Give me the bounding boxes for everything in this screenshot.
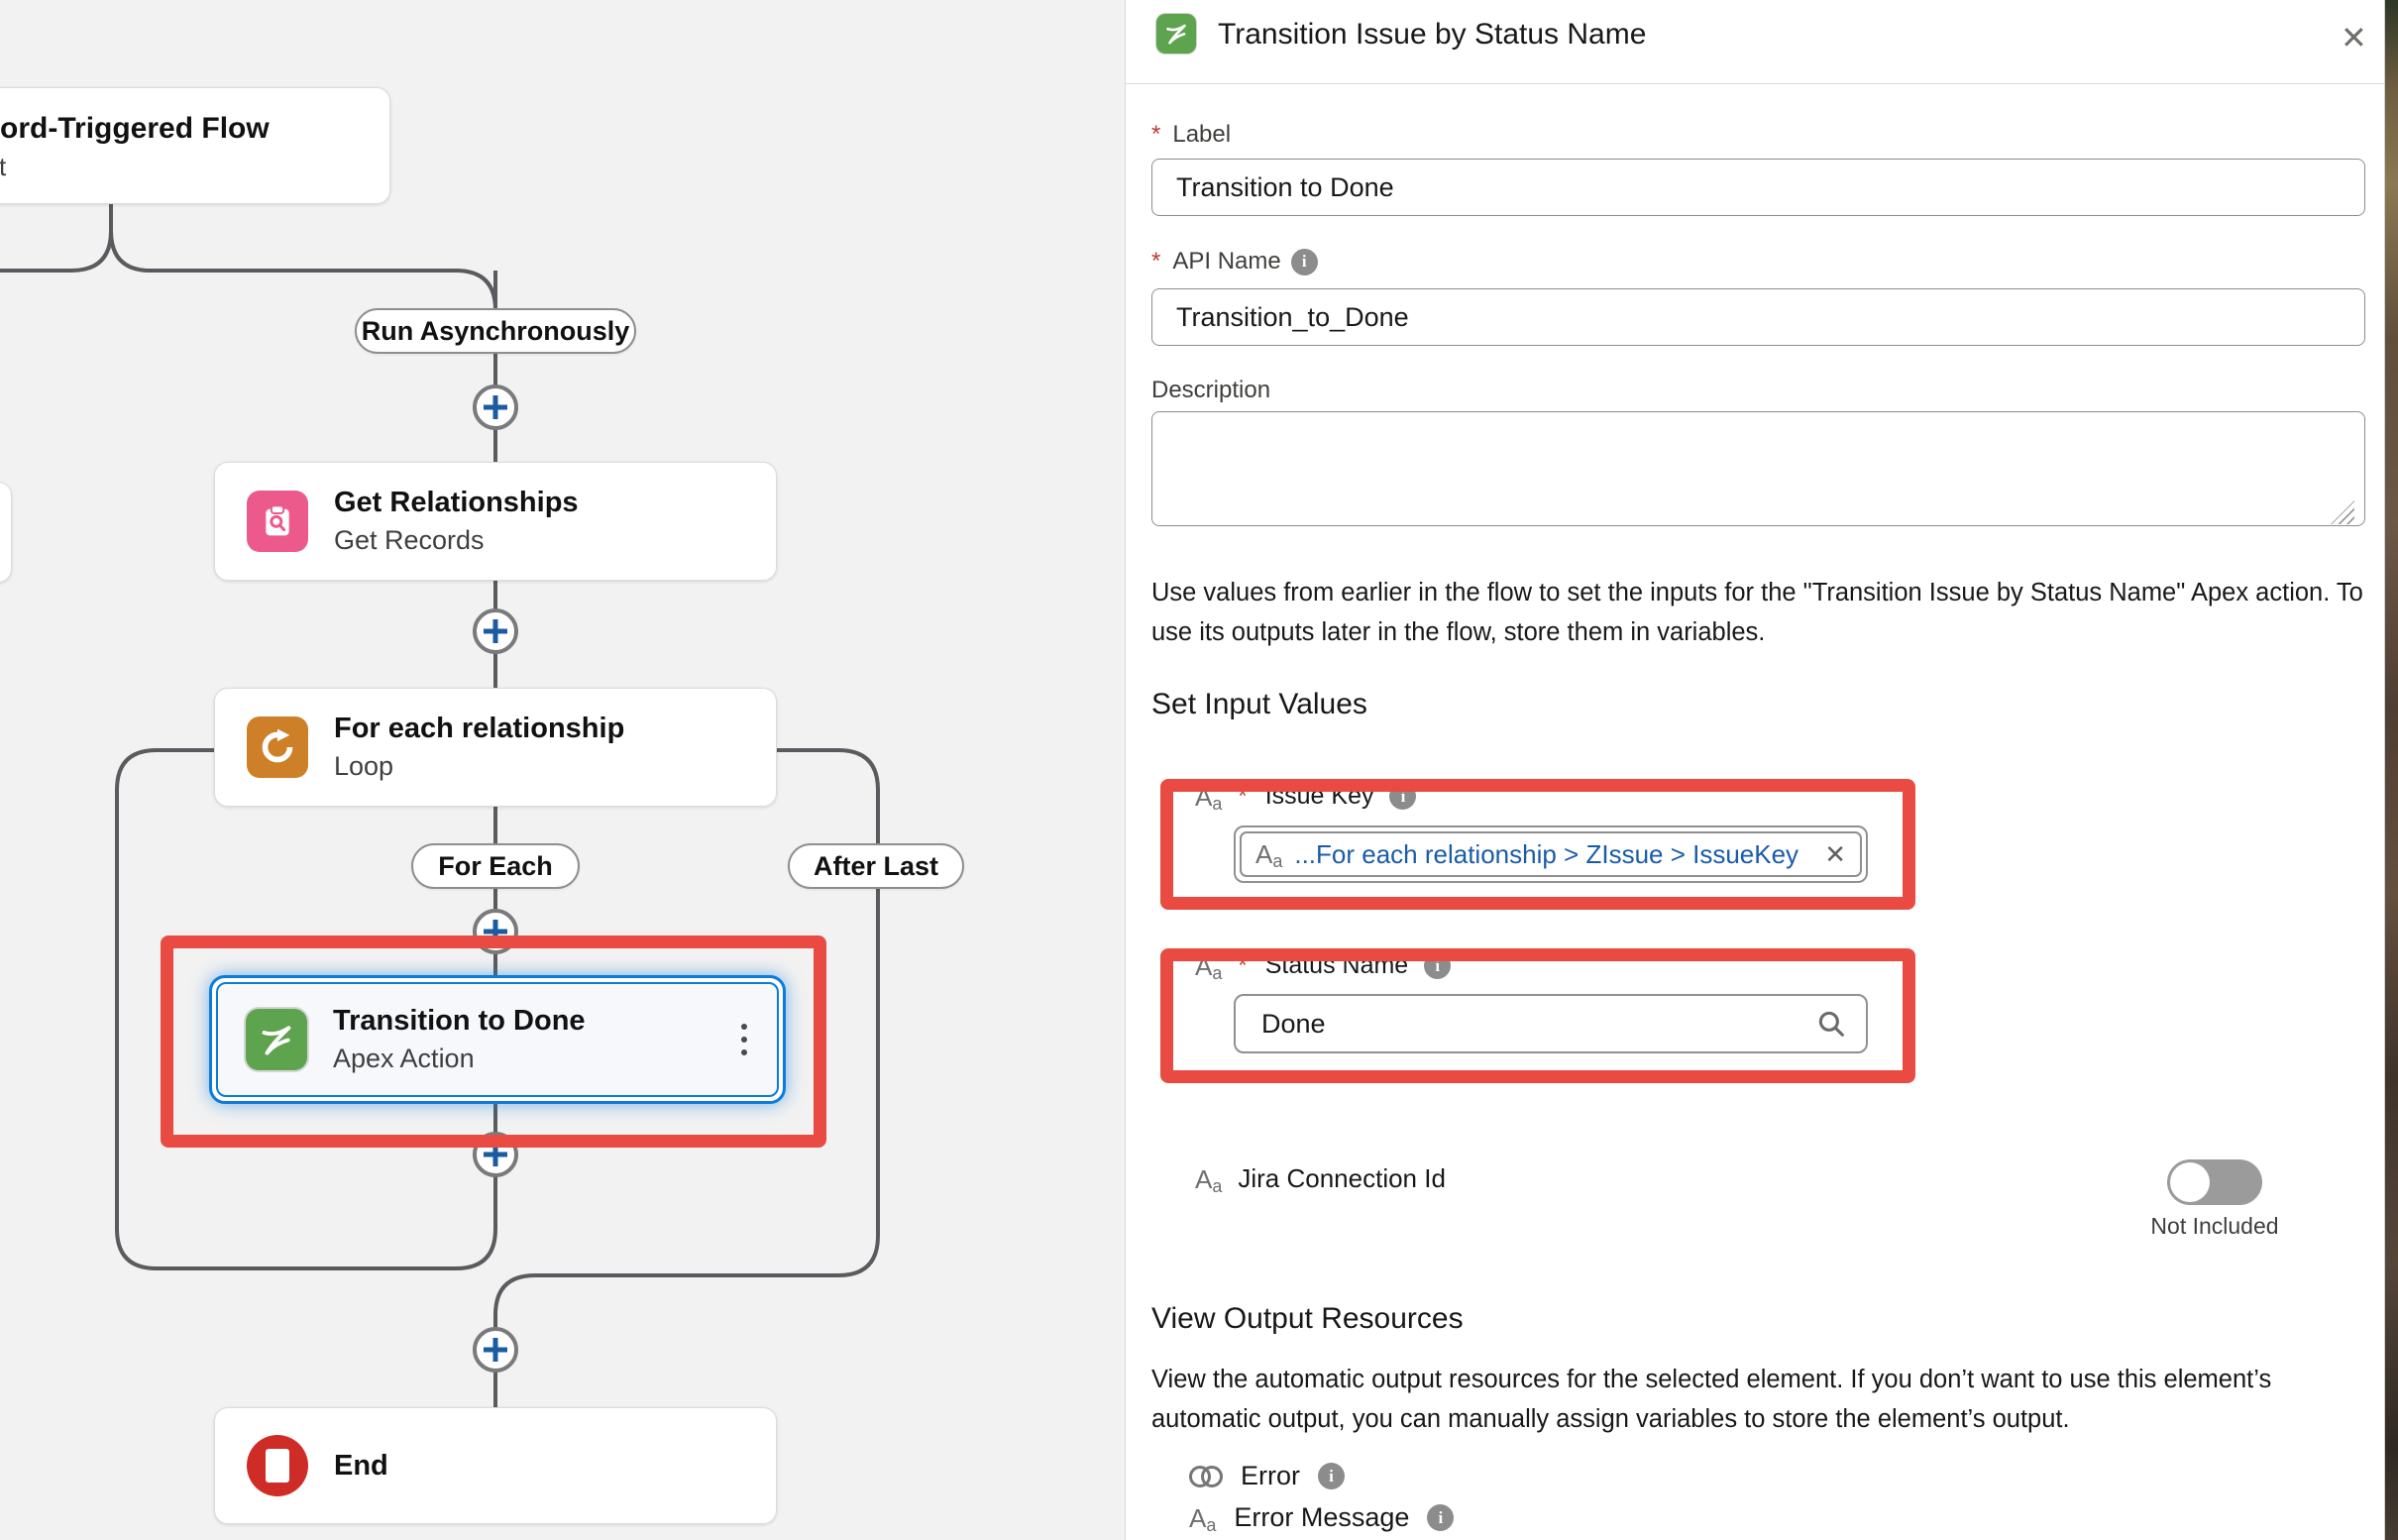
info-icon[interactable]: i: [1291, 249, 1318, 275]
trigger-card-subtitle-fragment: t: [0, 152, 9, 181]
add-element-button[interactable]: [473, 608, 518, 654]
info-icon[interactable]: i: [1427, 1504, 1454, 1531]
zephyr-panel-icon: [1156, 14, 1196, 54]
branch-label-after-last: After Last: [788, 843, 964, 889]
status-name-input[interactable]: Done: [1234, 994, 1868, 1053]
branch-label-text: For Each: [438, 851, 553, 882]
element-title: For each relationship: [334, 712, 624, 746]
set-input-values-heading: Set Input Values: [1151, 688, 1367, 721]
param-label: Issue Key: [1265, 782, 1374, 811]
apex-action-config-panel: Transition Issue by Status Name ✕ * Labe…: [1125, 0, 2385, 1540]
element-title: Transition to Done: [333, 1004, 586, 1039]
resource-label: Error: [1241, 1461, 1300, 1491]
search-icon[interactable]: [1814, 1007, 1848, 1041]
field-label-text: Label: [1172, 121, 1231, 149]
text-type-icon: Aa: [1189, 1505, 1216, 1531]
element-end[interactable]: End: [214, 1407, 777, 1524]
branch-label-for-each: For Each: [411, 843, 580, 889]
label-input[interactable]: [1151, 159, 2365, 216]
desktop-edge-sliver: [2385, 0, 2398, 1540]
resource-label: Error Message: [1234, 1502, 1409, 1533]
output-resources-body-text: View the automatic output resources for …: [1151, 1360, 2368, 1439]
info-icon[interactable]: i: [1389, 783, 1416, 810]
header-divider: [1126, 83, 2384, 84]
element-title: End: [334, 1449, 388, 1484]
flow-builder-screen: Record-Triggered Flow t Run Asynchronous…: [0, 0, 2398, 1540]
panel-title: Transition Issue by Status Name: [1218, 18, 1646, 52]
status-name-param-row: Aa * Status Name i: [1195, 951, 1451, 980]
add-element-button[interactable]: [473, 909, 518, 954]
branch-label-text: Run Asynchronously: [362, 316, 630, 347]
zephyr-apex-action-icon: [246, 1009, 307, 1070]
status-name-value: Done: [1261, 1009, 1814, 1040]
info-icon[interactable]: i: [1424, 952, 1451, 979]
remove-token-icon[interactable]: ✕: [1824, 841, 1846, 867]
info-icon[interactable]: i: [1318, 1463, 1345, 1489]
jira-connection-param-row: Aa Jira Connection Id: [1195, 1163, 1446, 1194]
required-asterisk: *: [1151, 248, 1160, 275]
start-element-record-triggered-flow[interactable]: Record-Triggered Flow t: [0, 87, 390, 204]
output-resource-error: Error i: [1189, 1461, 1345, 1491]
trigger-card-title: Record-Triggered Flow: [0, 112, 389, 146]
view-output-resources-heading: View Output Resources: [1151, 1302, 1464, 1336]
merge-field-token-text: ...For each relationship > ZIssue > Issu…: [1294, 839, 1812, 870]
field-label-text: API Name: [1172, 248, 1280, 275]
element-transition-to-done-selected[interactable]: Transition to Done Apex Action: [209, 975, 786, 1104]
boolean-type-icon: [1189, 1466, 1223, 1487]
element-for-each-relationship[interactable]: For each relationship Loop: [214, 688, 777, 807]
flow-canvas[interactable]: Record-Triggered Flow t Run Asynchronous…: [0, 0, 1125, 1540]
element-menu-kebab-icon[interactable]: [741, 1024, 747, 1055]
end-icon: [247, 1435, 308, 1496]
toggle-state-label: Not Included: [2116, 1213, 2314, 1240]
element-type: Apex Action: [333, 1043, 586, 1074]
label-field-label: * Label: [1151, 121, 1231, 149]
description-field-label: Description: [1151, 377, 1270, 404]
get-records-icon: [247, 491, 308, 552]
api-name-field-label: * API Name i: [1151, 248, 1318, 275]
text-type-icon: Aa: [1195, 784, 1222, 810]
description-textarea[interactable]: [1151, 411, 2365, 526]
text-type-icon: Aa: [1255, 841, 1282, 867]
offscreen-card-sliver: [0, 482, 12, 583]
branch-label-text: After Last: [814, 851, 938, 882]
add-element-button[interactable]: [473, 1327, 518, 1373]
issue-key-param-row: Aa * Issue Key i: [1195, 782, 1416, 811]
output-resource-error-message: Aa Error Message i: [1189, 1502, 1454, 1533]
field-label-text: Description: [1151, 377, 1270, 404]
required-asterisk: *: [1238, 952, 1247, 980]
element-title: Get Relationships: [334, 486, 579, 520]
toggle-knob: [2170, 1162, 2210, 1202]
element-get-relationships[interactable]: Get Relationships Get Records: [214, 462, 777, 581]
text-type-icon: Aa: [1195, 1166, 1222, 1192]
required-asterisk: *: [1238, 783, 1247, 811]
branch-label-run-asynchronously: Run Asynchronously: [355, 308, 636, 354]
panel-intro-text: Use values from earlier in the flow to s…: [1151, 573, 2368, 652]
issue-key-input[interactable]: Aa ...For each relationship > ZIssue > I…: [1234, 825, 1868, 883]
required-asterisk: *: [1151, 121, 1160, 149]
element-type: Loop: [334, 750, 624, 782]
param-label: Status Name: [1265, 951, 1409, 980]
close-panel-button[interactable]: ✕: [2341, 22, 2367, 54]
loop-icon: [247, 716, 308, 778]
api-name-input[interactable]: [1151, 288, 2365, 346]
add-element-button[interactable]: [473, 1132, 518, 1177]
include-input-toggle[interactable]: [2167, 1159, 2262, 1205]
add-element-button[interactable]: [473, 385, 518, 430]
merge-field-token[interactable]: Aa ...For each relationship > ZIssue > I…: [1240, 831, 1862, 877]
element-type: Get Records: [334, 524, 579, 556]
text-type-icon: Aa: [1195, 953, 1222, 979]
param-label: Jira Connection Id: [1238, 1163, 1446, 1194]
